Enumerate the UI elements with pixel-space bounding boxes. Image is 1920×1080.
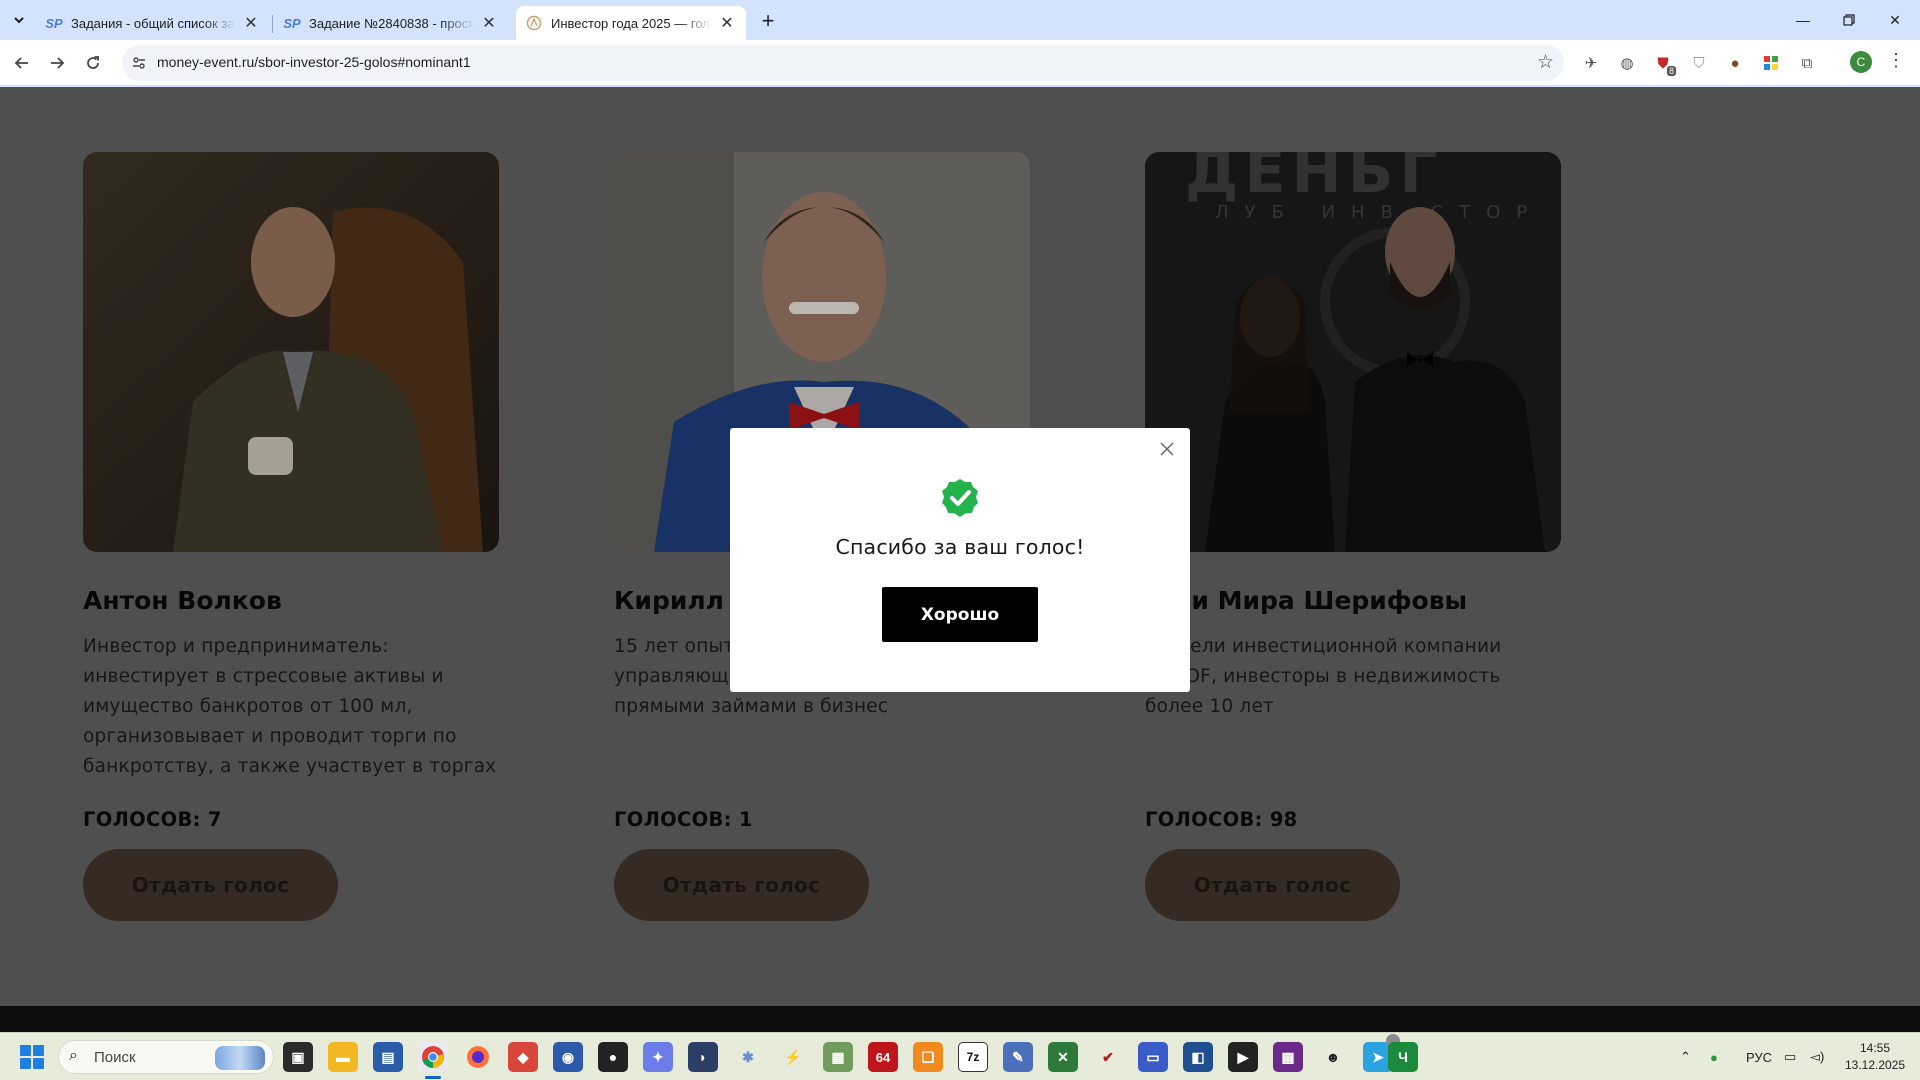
close-tab-icon[interactable]: ✕ <box>242 14 260 32</box>
extension-badge: 8 <box>1666 66 1676 76</box>
volume-icon[interactable]: ◅) <box>1810 1033 1824 1080</box>
vote-success-dialog: Спасибо за ваш голос! Хорошо <box>730 428 1190 692</box>
puzzle-extensions-icon[interactable]: ⧉ <box>1796 52 1818 74</box>
tab-investor-vote[interactable]: Инвестор года 2025 — голосо ✕ <box>516 6 746 40</box>
task-view-icon[interactable]: ▣ <box>283 1042 313 1072</box>
active-app-indicator <box>425 1076 441 1079</box>
save-app-icon[interactable]: ▤ <box>373 1042 403 1072</box>
close-dialog-button[interactable] <box>1156 438 1178 460</box>
clock-date: 13.12.2025 <box>1844 1058 1906 1072</box>
show-hidden-icons-button[interactable]: ⌃ <box>1680 1033 1691 1080</box>
audio-app-icon[interactable]: ◗ <box>688 1042 718 1072</box>
site-logo-icon <box>526 15 542 31</box>
vpn-icon[interactable]: ◉ <box>553 1042 583 1072</box>
search-highlight-image <box>215 1046 265 1070</box>
app-icon[interactable]: ✦ <box>643 1042 673 1072</box>
chevron-down-icon <box>14 17 24 24</box>
cookie-extension-icon[interactable]: ● <box>1724 52 1746 74</box>
photo-app-icon[interactable]: ▩ <box>1273 1042 1303 1072</box>
app-icon[interactable]: ◆ <box>508 1042 538 1072</box>
menu-dots-icon[interactable]: ⋮ <box>1886 50 1906 74</box>
close-tab-icon[interactable]: ✕ <box>718 14 736 32</box>
site-settings-icon[interactable] <box>130 54 148 72</box>
restore-button[interactable] <box>1826 0 1872 40</box>
app-icon[interactable]: ❏ <box>913 1042 943 1072</box>
start-button[interactable] <box>20 1045 44 1069</box>
check-app-icon[interactable]: ✔ <box>1093 1042 1123 1072</box>
minimize-button[interactable]: — <box>1780 0 1826 40</box>
remote-desktop-icon[interactable]: ◧ <box>1183 1042 1213 1072</box>
grid-extension-icon[interactable] <box>1760 52 1782 74</box>
tab-title: Задание №2840838 - просмот <box>309 15 474 31</box>
dialog-message: Спасибо за ваш голос! <box>835 535 1085 559</box>
success-check-icon <box>942 479 978 517</box>
network-icon[interactable]: ▭ <box>1784 1033 1796 1080</box>
extension-icon[interactable]: ✈ <box>1580 52 1602 74</box>
search-placeholder: Поиск <box>94 1049 136 1066</box>
app-icon[interactable]: ✎ <box>1003 1042 1033 1072</box>
sp-favicon-icon: SP <box>283 15 301 31</box>
profile-avatar[interactable]: C <box>1850 51 1872 73</box>
address-bar[interactable]: money-event.ru/sbor-investor-25-golos#no… <box>122 45 1564 81</box>
search-icon: ⌕ <box>69 1047 78 1064</box>
chrome-icon[interactable] <box>418 1042 448 1072</box>
adblock-extension-icon[interactable]: ⛊ 8 <box>1652 52 1676 76</box>
alien-app-icon[interactable]: ☻ <box>1318 1042 1348 1072</box>
kaspersky-tray-icon[interactable]: ● <box>1710 1033 1718 1080</box>
language-indicator[interactable]: РУС <box>1746 1033 1772 1080</box>
firefox-icon[interactable] <box>463 1042 493 1072</box>
back-button[interactable] <box>6 47 38 79</box>
7zip-icon[interactable]: 7z <box>958 1042 988 1072</box>
windows-taskbar: ⌕ Поиск ▣ ▬ ▤ ◆ ◉ ● ✦ ◗ ✱ ⚡ ▦ 64 ❏ 7z ✎ … <box>0 1032 1920 1080</box>
new-tab-button[interactable]: + <box>756 8 780 33</box>
tab-title: Задания - общий список зада <box>71 15 236 31</box>
sp-favicon-icon: SP <box>45 15 63 31</box>
reload-button[interactable] <box>77 47 109 79</box>
app-icon[interactable]: Ч <box>1388 1042 1418 1072</box>
aida64-icon[interactable]: 64 <box>868 1042 898 1072</box>
tab-title: Инвестор года 2025 — голосо <box>551 15 712 31</box>
forward-button[interactable] <box>41 47 73 79</box>
tab-strip: SP Задания - общий список зада ✕ SP Зада… <box>0 0 1920 40</box>
tab-task-view[interactable]: SP Задание №2840838 - просмот ✕ <box>274 6 508 40</box>
file-explorer-icon[interactable]: ▬ <box>328 1042 358 1072</box>
reload-icon <box>87 56 99 69</box>
page-footer-strip <box>0 1006 1920 1032</box>
monitor-icon[interactable]: ▭ <box>1138 1042 1168 1072</box>
ok-button[interactable]: Хорошо <box>882 587 1038 642</box>
tab-separator <box>272 15 273 33</box>
close-icon <box>1160 442 1174 456</box>
wand-icon[interactable]: ⚡ <box>778 1042 808 1072</box>
taskbar-search[interactable]: ⌕ Поиск <box>58 1040 274 1074</box>
windows-logo-icon <box>20 1045 31 1056</box>
video-editor-icon[interactable]: ▶ <box>1228 1042 1258 1072</box>
restore-icon <box>1843 14 1855 26</box>
xbox-icon[interactable]: ✕ <box>1048 1042 1078 1072</box>
vpn-extension-icon[interactable]: ◍ <box>1616 52 1638 74</box>
obs-icon[interactable]: ● <box>598 1042 628 1072</box>
app-icon[interactable]: ✱ <box>733 1042 763 1072</box>
close-window-button[interactable]: ✕ <box>1872 0 1918 40</box>
clock-time: 14:55 <box>1859 1041 1891 1055</box>
close-tab-icon[interactable]: ✕ <box>480 14 498 32</box>
app-icon[interactable]: ▦ <box>823 1042 853 1072</box>
tab-tasks-list[interactable]: SP Задания - общий список зада ✕ <box>36 6 270 40</box>
clock[interactable]: 14:55 13.12.2025 <box>1835 1040 1915 1074</box>
arrow-left-icon <box>14 57 28 69</box>
browser-toolbar: money-event.ru/sbor-investor-25-golos#no… <box>0 40 1920 86</box>
arrow-right-icon <box>51 57 65 69</box>
shield-extension-icon[interactable]: ⛉ <box>1688 52 1710 74</box>
bookmark-star-icon[interactable]: ☆ <box>1537 51 1554 74</box>
url-text: money-event.ru/sbor-investor-25-golos#no… <box>157 54 471 70</box>
tab-search-button[interactable] <box>6 8 32 32</box>
